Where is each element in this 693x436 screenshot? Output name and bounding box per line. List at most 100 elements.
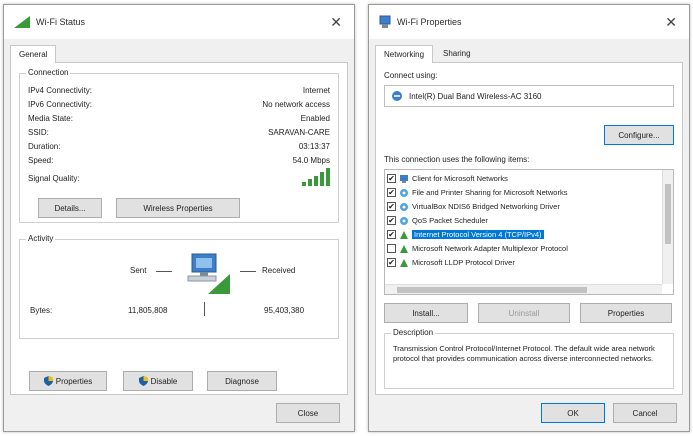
list-item[interactable]: ✔ QoS Packet Scheduler bbox=[387, 214, 661, 227]
close-button[interactable]: Close bbox=[276, 403, 340, 423]
tab-networking[interactable]: Networking bbox=[375, 45, 433, 63]
ipv6-value: No network access bbox=[262, 100, 330, 109]
adapter-name: Intel(R) Dual Band Wireless-AC 3160 bbox=[409, 91, 542, 101]
received-label: Received bbox=[262, 266, 296, 275]
ssid-value: SARAVAN-CARE bbox=[268, 128, 330, 137]
checkbox[interactable]: ✔ bbox=[387, 188, 396, 197]
item-label: Internet Protocol Version 4 (TCP/IPv4) bbox=[412, 230, 544, 239]
details-button[interactable]: Details... bbox=[38, 198, 102, 218]
disable-button-label: Disable bbox=[150, 376, 178, 386]
protocol-icon bbox=[400, 258, 408, 267]
adapter-box: Intel(R) Dual Band Wireless-AC 3160 bbox=[384, 85, 674, 107]
description-text: Transmission Control Protocol/Internet P… bbox=[393, 344, 655, 363]
wifi-properties-window: Wi-Fi Properties ✕ Networking Sharing Co… bbox=[368, 4, 690, 432]
scroll-thumb[interactable] bbox=[397, 287, 587, 293]
configure-button[interactable]: Configure... bbox=[604, 125, 674, 145]
title-bar: Wi-Fi Properties ✕ bbox=[369, 5, 689, 39]
list-item[interactable]: ✔ VirtualBox NDIS6 Bridged Networking Dr… bbox=[387, 200, 661, 213]
checkbox[interactable]: ✔ bbox=[387, 216, 396, 225]
bytes-label: Bytes: bbox=[30, 306, 53, 315]
wireless-properties-button[interactable]: Wireless Properties bbox=[116, 198, 240, 218]
connection-label: Connection bbox=[26, 68, 71, 77]
scroll-thumb[interactable] bbox=[665, 184, 671, 244]
tab-strip: Networking Sharing bbox=[375, 45, 683, 63]
disable-button[interactable]: Disable bbox=[123, 371, 193, 391]
tab-strip: General bbox=[10, 45, 348, 63]
ok-button[interactable]: OK bbox=[541, 403, 605, 423]
shield-icon bbox=[43, 376, 53, 386]
duration-value: 03:13:37 bbox=[298, 142, 330, 151]
properties-button[interactable]: Properties bbox=[29, 371, 107, 391]
activity-group: Activity Sent Received Bytes: 11,805,808… bbox=[19, 234, 339, 339]
duration-row: Duration: 03:13:37 bbox=[28, 142, 330, 154]
bytes-sent-value: 11,805,808 bbox=[128, 306, 168, 315]
network-computers-icon bbox=[187, 253, 230, 294]
items-label: This connection uses the following items… bbox=[384, 155, 530, 164]
item-label: QoS Packet Scheduler bbox=[412, 216, 488, 225]
tab-sharing[interactable]: Sharing bbox=[435, 45, 479, 63]
speed-label: Speed: bbox=[28, 156, 54, 165]
activity-label: Activity bbox=[26, 234, 56, 243]
close-icon[interactable]: ✕ bbox=[330, 14, 342, 31]
speed-value: 54.0 Mbps bbox=[292, 156, 330, 165]
diagnose-button[interactable]: Diagnose bbox=[207, 371, 277, 391]
adapter-icon bbox=[392, 91, 402, 101]
list-item[interactable]: Microsoft Network Adapter Multiplexor Pr… bbox=[387, 242, 661, 255]
components-list[interactable]: ✔ Client for Microsoft Networks ✔ File a… bbox=[384, 169, 674, 295]
sent-label: Sent bbox=[130, 266, 147, 275]
item-label: VirtualBox NDIS6 Bridged Networking Driv… bbox=[412, 202, 560, 211]
wifi-signal-icon bbox=[14, 16, 30, 28]
list-item-selected[interactable]: ✔ Internet Protocol Version 4 (TCP/IPv4) bbox=[387, 228, 661, 241]
bytes-received-value: 95,403,380 bbox=[264, 306, 305, 315]
list-item[interactable]: ✔ Client for Microsoft Networks bbox=[387, 172, 661, 185]
network-service-icon bbox=[400, 216, 408, 225]
properties-button[interactable]: Properties bbox=[580, 303, 672, 323]
signal-quality-label: Signal Quality: bbox=[28, 174, 80, 183]
title-bar: Wi-Fi Status ✕ bbox=[4, 5, 354, 39]
shield-icon bbox=[138, 376, 148, 386]
protocol-icon bbox=[400, 230, 408, 239]
checkbox[interactable]: ✔ bbox=[387, 258, 396, 267]
speed-row: Speed: 54.0 Mbps bbox=[28, 156, 330, 168]
ipv6-row: IPv6 Connectivity: No network access bbox=[28, 100, 330, 112]
horizontal-scrollbar[interactable] bbox=[385, 284, 662, 294]
network-client-icon bbox=[400, 174, 408, 183]
networking-panel: Connect using: Intel(R) Dual Band Wirele… bbox=[375, 63, 683, 395]
signal-bars-icon bbox=[302, 168, 330, 186]
network-service-icon bbox=[400, 188, 408, 197]
checkbox[interactable]: ✔ bbox=[387, 174, 396, 183]
ipv6-label: IPv6 Connectivity: bbox=[28, 100, 93, 109]
media-state-row: Media State: Enabled bbox=[28, 114, 330, 126]
vertical-scrollbar[interactable] bbox=[662, 170, 673, 284]
uninstall-button[interactable]: Uninstall bbox=[478, 303, 570, 323]
list-item[interactable]: ✔ Microsoft LLDP Protocol Driver bbox=[387, 256, 661, 269]
install-button[interactable]: Install... bbox=[384, 303, 468, 323]
ssid-row: SSID: SARAVAN-CARE bbox=[28, 128, 330, 140]
description-label: Description bbox=[391, 328, 436, 337]
wifi-status-window: Wi-Fi Status ✕ General Connection IPv4 C… bbox=[3, 4, 355, 432]
checkbox[interactable]: ✔ bbox=[387, 202, 396, 211]
window-title: Wi-Fi Properties bbox=[397, 17, 462, 27]
general-panel: Connection IPv4 Connectivity: Internet I… bbox=[10, 63, 348, 395]
duration-label: Duration: bbox=[28, 142, 61, 151]
tab-general[interactable]: General bbox=[10, 45, 56, 63]
close-icon[interactable]: ✕ bbox=[665, 14, 677, 31]
ssid-label: SSID: bbox=[28, 128, 49, 137]
checkbox[interactable] bbox=[387, 244, 396, 253]
bytes-divider bbox=[204, 302, 205, 316]
checkbox[interactable]: ✔ bbox=[387, 230, 396, 239]
ipv4-row: IPv4 Connectivity: Internet bbox=[28, 86, 330, 98]
media-state-label: Media State: bbox=[28, 114, 73, 123]
network-adapter-icon bbox=[379, 15, 391, 28]
list-item[interactable]: ✔ File and Printer Sharing for Microsoft… bbox=[387, 186, 661, 199]
item-label: Client for Microsoft Networks bbox=[412, 174, 508, 183]
received-line bbox=[240, 271, 256, 272]
network-service-icon bbox=[400, 202, 408, 211]
cancel-button[interactable]: Cancel bbox=[613, 403, 677, 423]
media-state-value: Enabled bbox=[300, 114, 330, 123]
item-label: File and Printer Sharing for Microsoft N… bbox=[412, 188, 568, 197]
properties-button-label: Properties bbox=[55, 376, 93, 386]
window-title: Wi-Fi Status bbox=[36, 17, 86, 27]
item-label: Microsoft LLDP Protocol Driver bbox=[412, 258, 515, 267]
ipv4-label: IPv4 Connectivity: bbox=[28, 86, 93, 95]
